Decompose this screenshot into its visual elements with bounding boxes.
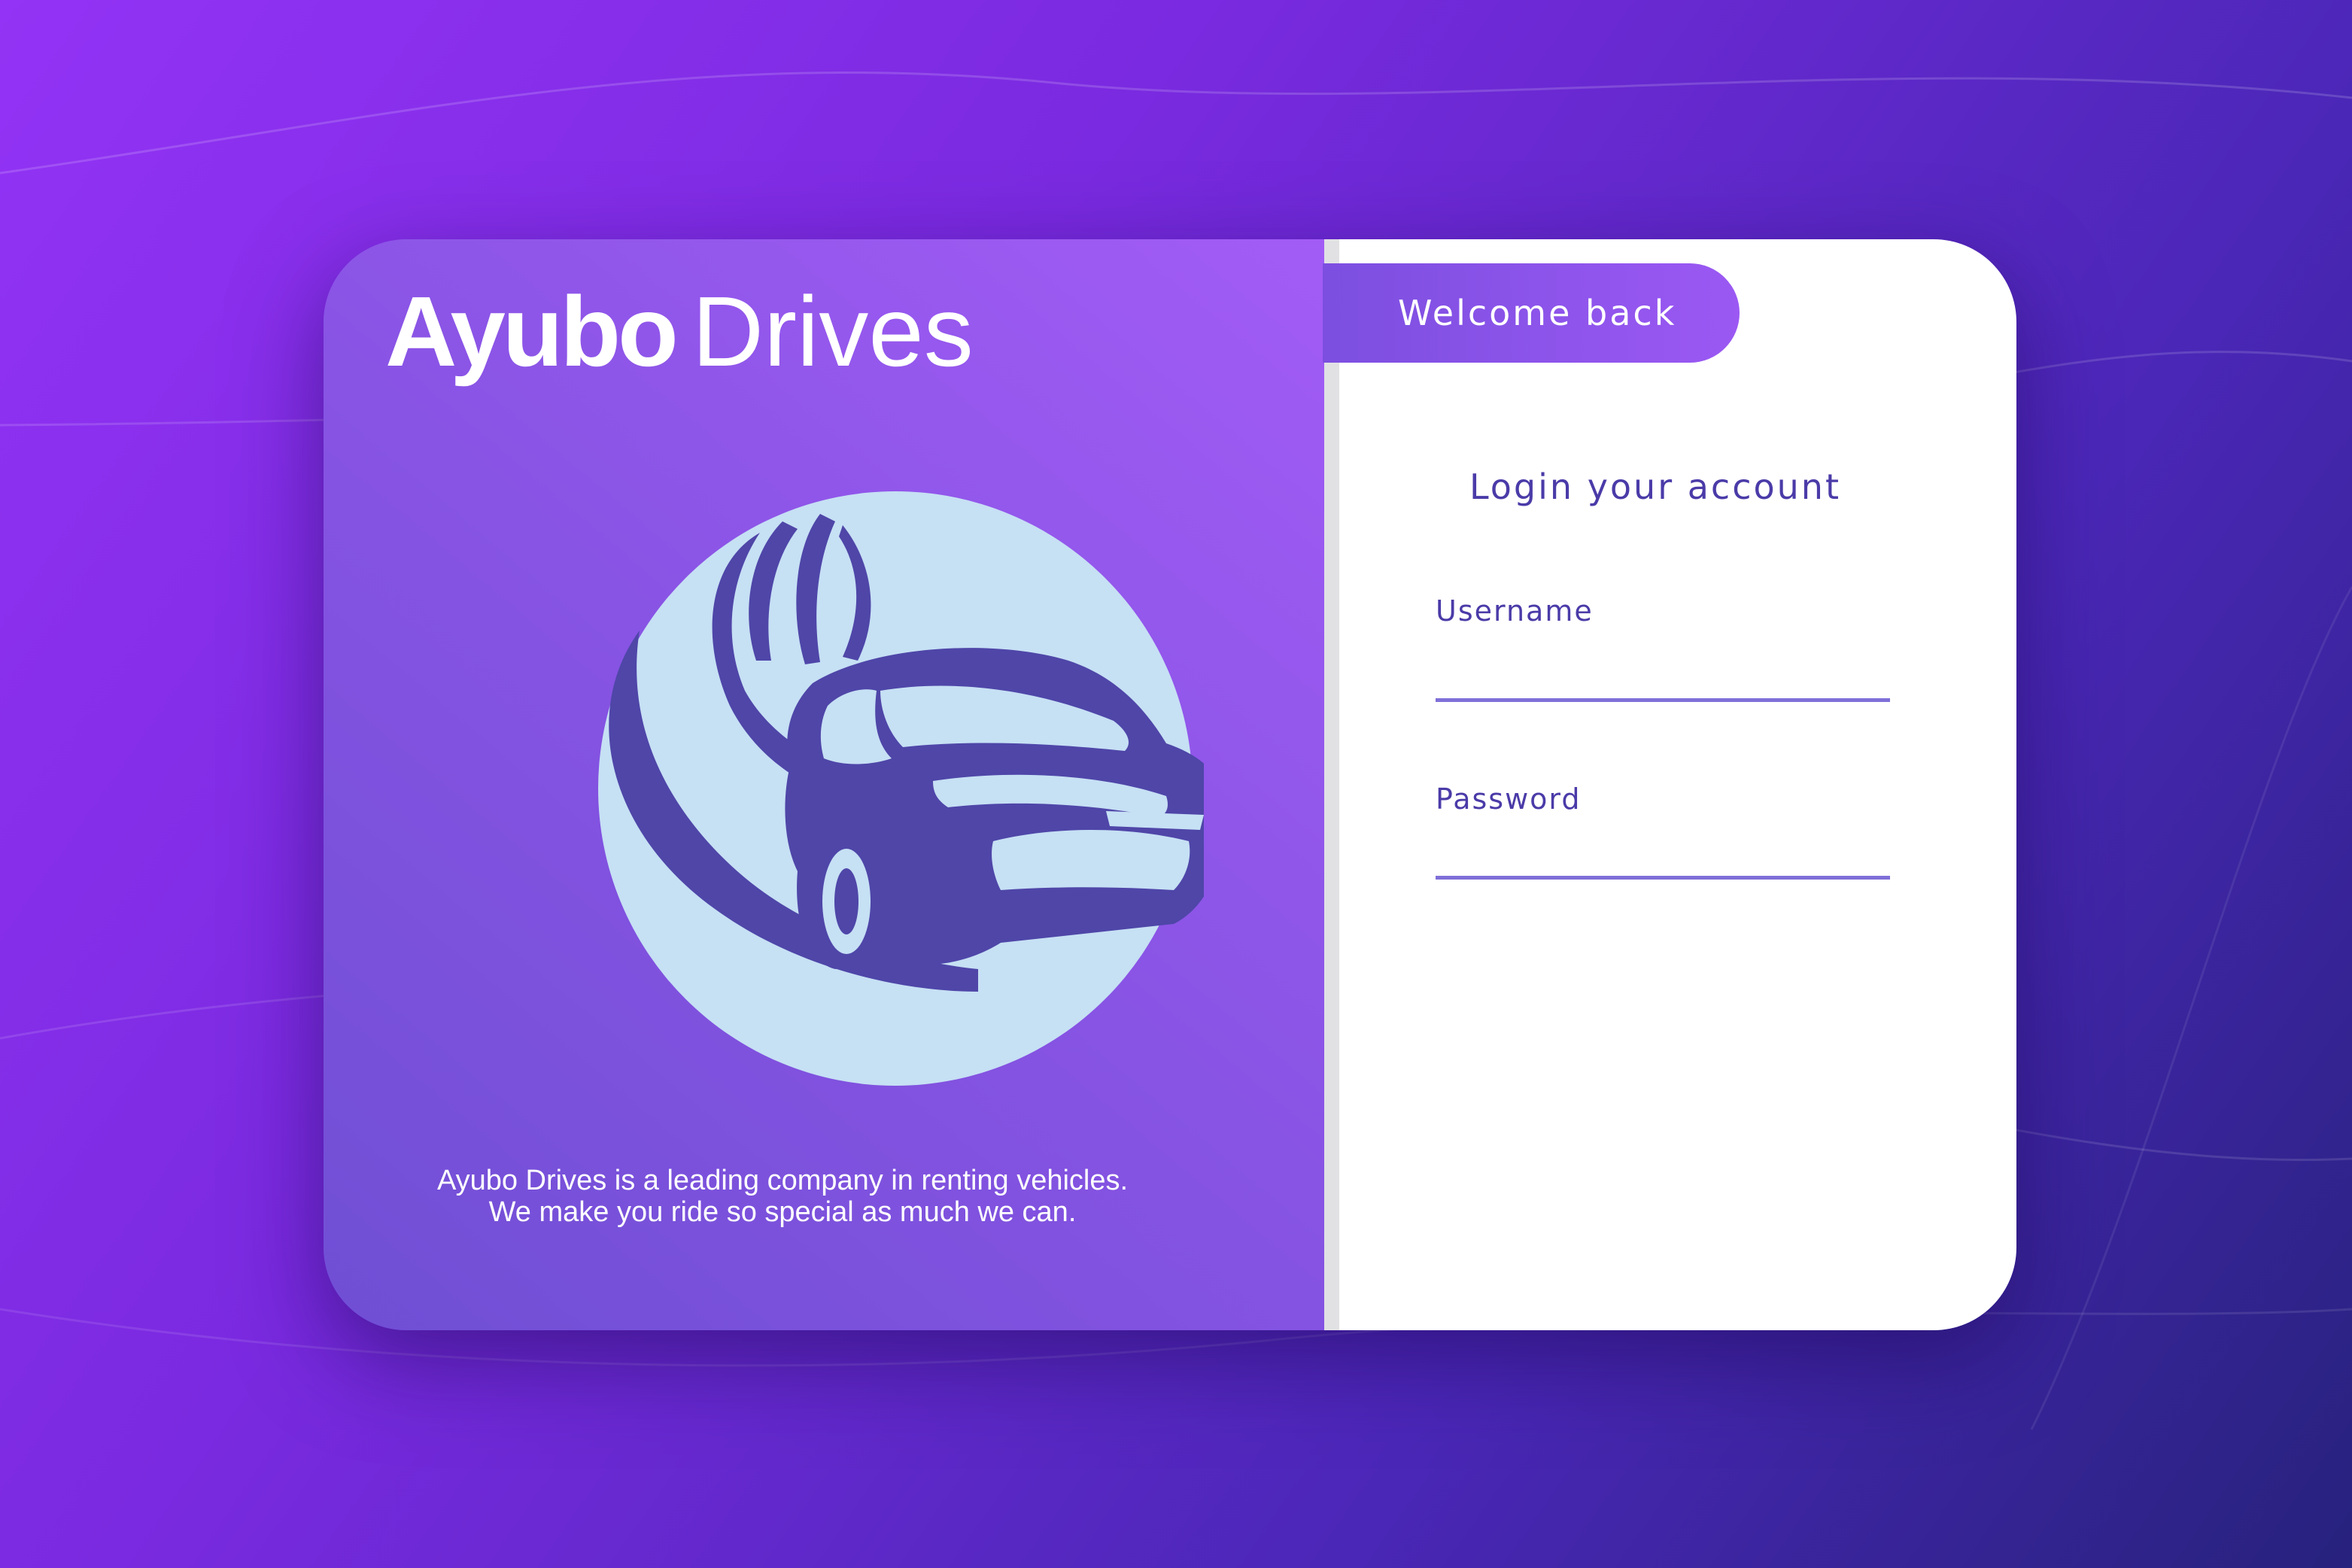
- brand-panel: Ayubo Drives Ayubo Drives is a leading c…: [324, 239, 1324, 1330]
- brand-name-light: Drives: [691, 276, 974, 387]
- brand-tagline: Ayubo Drives is a leading company in ren…: [436, 1165, 1129, 1228]
- car-wheel-hub: [834, 868, 858, 934]
- welcome-back-tab[interactable]: Welcome back: [1323, 263, 1740, 363]
- username-input[interactable]: [1436, 653, 1890, 702]
- username-label: Username: [1436, 594, 1594, 628]
- login-title: Login your account: [1469, 466, 1842, 507]
- brand-name-bold: Ayubo: [385, 276, 679, 387]
- password-label: Password: [1436, 782, 1582, 816]
- car-logo-icon: [598, 491, 1204, 1086]
- brand-title: Ayubo Drives: [385, 272, 974, 391]
- panel-divider: [1324, 239, 1339, 1330]
- password-input[interactable]: [1436, 831, 1890, 880]
